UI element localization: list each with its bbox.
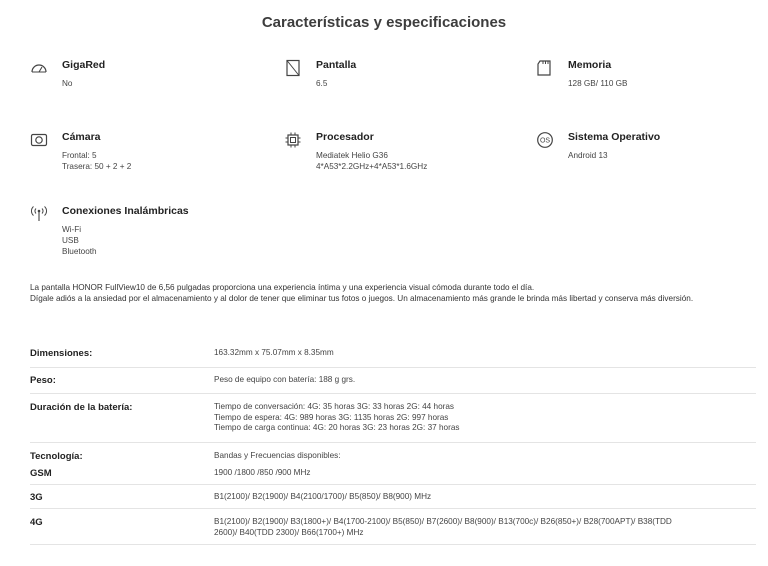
spec-value: Android 13 — [568, 151, 608, 160]
spec-value: No — [62, 79, 73, 88]
row-value: 1900 /1800 /850 /900 MHz — [214, 468, 311, 477]
screen-icon — [284, 59, 302, 77]
row-value: Tiempo de espera: 4G: 989 horas 3G: 1135… — [214, 412, 449, 422]
page-title: Características y especificaciones — [261, 14, 507, 31]
processor-icon — [284, 131, 302, 149]
spec-label: Conexiones Inalámbricas — [62, 205, 189, 217]
spec-value: Mediatek Helio G36 — [316, 151, 388, 160]
description-paragraph: La pantalla HONOR FullView10 de 6,56 pul… — [30, 283, 535, 292]
spec-label: Sistema Operativo — [568, 131, 661, 143]
spec-value: Trasera: 50 + 2 + 2 — [62, 162, 132, 171]
description-paragraph: Dígale adiós a la ansiedad por el almace… — [30, 294, 694, 303]
svg-text:OS: OS — [540, 138, 550, 145]
table-row: GSM 1900 /1800 /850 /900 MHz — [30, 461, 756, 485]
table-row: Peso: Peso de equipo con batería: 188 g … — [30, 368, 756, 394]
spec-value: USB — [62, 236, 79, 245]
table-row: Duración de la batería: Tiempo de conver… — [30, 394, 756, 443]
spec-value: Wi-Fi — [62, 225, 82, 234]
camera-icon — [30, 131, 48, 149]
table-row: Dimensiones: 163.32mm x 75.07mm x 8.35mm — [30, 336, 756, 368]
gauge-icon — [30, 59, 48, 77]
spec-label: Memoria — [568, 59, 612, 71]
row-key: Peso: — [30, 375, 56, 386]
spec-value: 6.5 — [316, 79, 328, 88]
row-value: 163.32mm x 75.07mm x 8.35mm — [214, 348, 334, 357]
wireless-icon — [30, 205, 48, 223]
spec-label: Cámara — [62, 131, 101, 143]
row-key: GSM — [30, 468, 52, 479]
row-value: Tiempo de conversación: 4G: 35 horas 3G:… — [214, 402, 454, 411]
spec-table: Dimensiones: 163.32mm x 75.07mm x 8.35mm… — [30, 336, 756, 545]
product-description: La pantalla HONOR FullView10 de 6,56 pul… — [30, 282, 750, 304]
row-value: Peso de equipo con batería: 188 g grs. — [214, 375, 356, 384]
row-key: 4G — [30, 517, 43, 528]
spec-label: Procesador — [316, 131, 374, 143]
row-key: Duración de la batería: — [30, 402, 133, 413]
table-row: 4G B1(2100)/ B2(1900)/ B3(1800+)/ B4(170… — [30, 509, 756, 545]
table-row: Tecnología: Bandas y Frecuencias disponi… — [30, 443, 756, 462]
row-value: B1(2100)/ B2(1900)/ B4(2100/1700)/ B5(85… — [214, 492, 432, 501]
spec-value: Frontal: 5 — [62, 151, 97, 160]
spec-label: GigaRed — [62, 59, 106, 71]
spec-value: Bluetooth — [62, 247, 97, 256]
spec-value: 4*A53*2.2GHz+4*A53*1.6GHz — [316, 162, 428, 171]
memory-card-icon — [536, 59, 554, 77]
table-row: 3G B1(2100)/ B2(1900)/ B4(2100/1700)/ B5… — [30, 485, 756, 509]
row-value: Tiempo de carga continua: 4G: 20 horas 3… — [214, 423, 460, 432]
row-value: Bandas y Frecuencias disponibles: — [214, 451, 341, 460]
spec-value: 128 GB/ 110 GB — [568, 79, 628, 88]
row-value: B1(2100)/ B2(1900)/ B3(1800+)/ B4(1700-2… — [214, 517, 672, 526]
spec-label: Pantalla — [316, 59, 357, 71]
os-icon: OS — [536, 131, 554, 149]
row-key: 3G — [30, 492, 43, 503]
row-key: Dimensiones: — [30, 348, 93, 359]
row-value: 2600)/ B40(TDD 2300)/ B66(1700+) MHz — [214, 527, 364, 537]
